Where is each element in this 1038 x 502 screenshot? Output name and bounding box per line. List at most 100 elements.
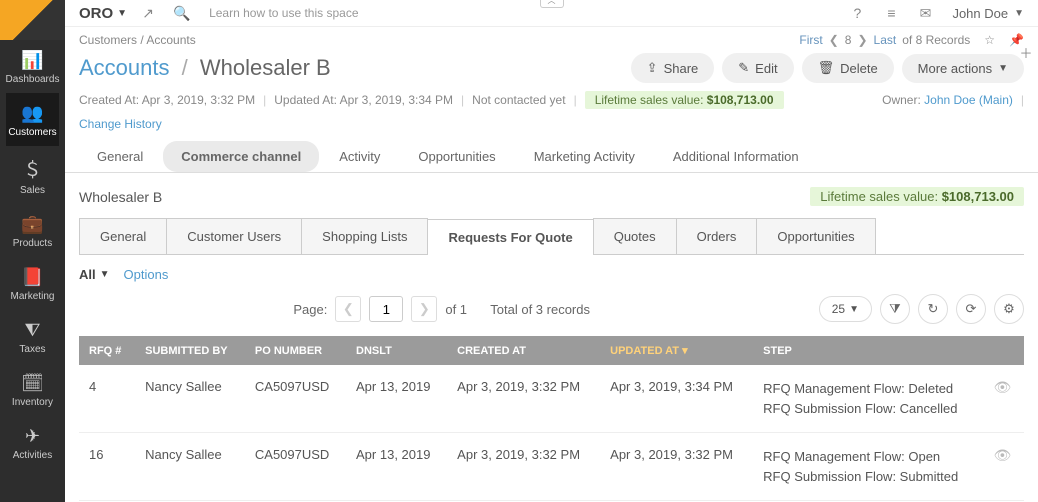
search-icon: 🔍 bbox=[173, 5, 190, 22]
tab-additional-information[interactable]: Additional Information bbox=[655, 141, 817, 172]
brand-label: ORO bbox=[79, 5, 113, 22]
sidebar-item-dashboards[interactable]: 📊Dashboards bbox=[6, 40, 60, 93]
nav-first[interactable]: First bbox=[799, 33, 822, 47]
marketing-icon: 📕 bbox=[21, 267, 43, 288]
col-submitted-by[interactable]: SUBMITTED BY bbox=[135, 336, 245, 365]
page-input[interactable] bbox=[369, 296, 403, 322]
settings-button[interactable]: ⚙ bbox=[994, 294, 1024, 324]
updated-at: Updated At: Apr 3, 2019, 3:34 PM bbox=[274, 93, 453, 107]
subtab-general[interactable]: General bbox=[79, 218, 167, 254]
channel-tabs: GeneralCustomer UsersShopping ListsReque… bbox=[79, 218, 1024, 255]
more-actions-button[interactable]: More actions▼ bbox=[902, 54, 1024, 83]
tab-activity[interactable]: Activity bbox=[321, 141, 398, 172]
col-rfq-[interactable]: RFQ # bbox=[79, 336, 135, 365]
page-prev[interactable]: ❮ bbox=[335, 296, 361, 322]
table-row[interactable]: 4Nancy SalleeCA5097USDApr 13, 2019Apr 3,… bbox=[79, 365, 1024, 433]
nav-prev[interactable]: ❮ bbox=[829, 33, 839, 47]
caret-down-icon: ▼ bbox=[117, 8, 127, 19]
reset-button[interactable]: ⟳ bbox=[956, 294, 986, 324]
help-button[interactable]: ? bbox=[844, 0, 870, 26]
tab-general[interactable]: General bbox=[79, 141, 161, 172]
add-widget-button[interactable]: ＋ bbox=[1014, 40, 1038, 64]
view-row-button[interactable]: 👁 bbox=[993, 447, 1011, 463]
title-back-link[interactable]: Accounts bbox=[79, 55, 170, 80]
notifications-button[interactable]: ≡ bbox=[878, 0, 904, 26]
user-name: John Doe bbox=[952, 6, 1008, 21]
filter-button[interactable]: ⧩ bbox=[880, 294, 910, 324]
list-icon: ≡ bbox=[887, 5, 895, 21]
filter-all-dropdown[interactable]: All ▼ bbox=[79, 267, 110, 282]
cell-rfq: 4 bbox=[79, 365, 135, 433]
tab-commerce-channel[interactable]: Commerce channel bbox=[163, 141, 319, 172]
help-hint[interactable]: Learn how to use this space bbox=[209, 6, 358, 20]
tab-opportunities[interactable]: Opportunities bbox=[400, 141, 513, 172]
pencil-icon: ✎ bbox=[738, 60, 749, 76]
sidebar-item-customers[interactable]: 👥Customers bbox=[6, 93, 60, 146]
cell-updated: Apr 3, 2019, 3:32 PM bbox=[600, 433, 753, 501]
sidebar-item-inventory[interactable]: 🗓Inventory bbox=[6, 363, 60, 416]
sidebar-item-label: Taxes bbox=[19, 344, 45, 355]
app-logo[interactable] bbox=[0, 0, 65, 40]
sidebar: 📊Dashboards👥Customers ＄ Sales 💼Products 📕 Mar… bbox=[0, 0, 65, 502]
share-button[interactable]: ⇪Share bbox=[631, 53, 715, 83]
favorite-button[interactable]: ☆ bbox=[984, 33, 995, 47]
org-switcher[interactable]: ORO ▼ bbox=[79, 5, 127, 22]
shortcut-button[interactable]: ↗ bbox=[135, 0, 161, 26]
channel-lifetime-badge: Lifetime sales value: $108,713.00 bbox=[810, 187, 1024, 206]
pager: Page: ❮ ❯ of 1 Total of 3 records bbox=[293, 296, 590, 322]
col-created-at[interactable]: CREATED AT bbox=[447, 336, 600, 365]
external-icon: ↗ bbox=[142, 5, 154, 22]
caret-down-icon: ▼ bbox=[1014, 8, 1024, 19]
customers-icon: 👥 bbox=[21, 103, 43, 124]
sidebar-item-marketing[interactable]: 📕 Marketing bbox=[6, 257, 60, 310]
grid-options-link[interactable]: Options bbox=[124, 267, 169, 282]
edit-button[interactable]: ✎Edit bbox=[722, 53, 793, 83]
refresh-button[interactable]: ↻ bbox=[918, 294, 948, 324]
sidebar-item-label: Marketing bbox=[11, 291, 55, 302]
search-button[interactable]: 🔍 bbox=[169, 0, 195, 26]
sidebar-item-label: Dashboards bbox=[6, 74, 60, 85]
subtab-requests-for-quote[interactable]: Requests For Quote bbox=[427, 219, 593, 255]
sidebar-item-activities[interactable]: ✈Activities bbox=[6, 416, 60, 469]
col-dnslt[interactable]: DNSLT bbox=[346, 336, 447, 365]
page-size-selector[interactable]: 25▼ bbox=[819, 296, 872, 322]
record-navigator: First ❮ 8 ❯ Last of 8 Records ☆ 📌 bbox=[799, 33, 1024, 47]
email-button[interactable]: ✉ bbox=[912, 0, 938, 26]
sidebar-item-label: Sales bbox=[20, 185, 45, 196]
caret-down-icon: ▼ bbox=[998, 63, 1008, 74]
col-updated-at[interactable]: UPDATED AT ▾ bbox=[600, 336, 753, 365]
subtab-quotes[interactable]: Quotes bbox=[593, 218, 677, 254]
breadcrumb-parent[interactable]: Customers bbox=[79, 33, 137, 47]
sidebar-item-taxes[interactable]: ⧨Taxes bbox=[6, 310, 60, 363]
user-menu[interactable]: John Doe ▼ bbox=[952, 6, 1024, 21]
change-history-link[interactable]: Change History bbox=[79, 117, 162, 131]
view-row-button[interactable]: 👁 bbox=[993, 379, 1011, 395]
subtab-orders[interactable]: Orders bbox=[676, 218, 758, 254]
topbar: ︿ ORO ▼ ↗ 🔍 Learn how to use this space … bbox=[65, 0, 1038, 27]
col-po-number[interactable]: PO NUMBER bbox=[245, 336, 346, 365]
subtab-customer-users[interactable]: Customer Users bbox=[166, 218, 302, 254]
nav-of: of 8 Records bbox=[902, 33, 970, 47]
owner-link[interactable]: John Doe (Main) bbox=[924, 93, 1013, 107]
subtab-shopping-lists[interactable]: Shopping Lists bbox=[301, 218, 428, 254]
page-next[interactable]: ❯ bbox=[411, 296, 437, 322]
sidebar-item-products[interactable]: 💼Products bbox=[6, 204, 60, 257]
page-label: Page: bbox=[293, 302, 327, 317]
col-step[interactable]: STEP bbox=[753, 336, 983, 365]
breadcrumb: Customers / Accounts bbox=[79, 33, 196, 47]
table-row[interactable]: 16Nancy SalleeCA5097USDApr 13, 2019Apr 3… bbox=[79, 433, 1024, 501]
trash-icon: 🗑 bbox=[818, 60, 835, 76]
delete-button[interactable]: 🗑Delete bbox=[802, 53, 894, 83]
main-area: ︿ ORO ▼ ↗ 🔍 Learn how to use this space … bbox=[65, 0, 1038, 502]
nav-position: 8 bbox=[845, 33, 852, 47]
subtab-opportunities[interactable]: Opportunities bbox=[756, 218, 875, 254]
nav-last[interactable]: Last bbox=[874, 33, 897, 47]
sales-icon: ＄ bbox=[23, 156, 41, 182]
collapse-topbar-button[interactable]: ︿ bbox=[540, 0, 564, 8]
nav-next[interactable]: ❯ bbox=[857, 33, 867, 47]
tab-marketing-activity[interactable]: Marketing Activity bbox=[516, 141, 653, 172]
cell-step: RFQ Management Flow: OpenRFQ Submission … bbox=[753, 433, 983, 501]
sidebar-item-sales[interactable]: ＄ Sales bbox=[6, 146, 60, 204]
entity-tabs: GeneralCommerce channelActivityOpportuni… bbox=[65, 141, 1038, 173]
funnel-icon: ⧩ bbox=[889, 301, 901, 317]
